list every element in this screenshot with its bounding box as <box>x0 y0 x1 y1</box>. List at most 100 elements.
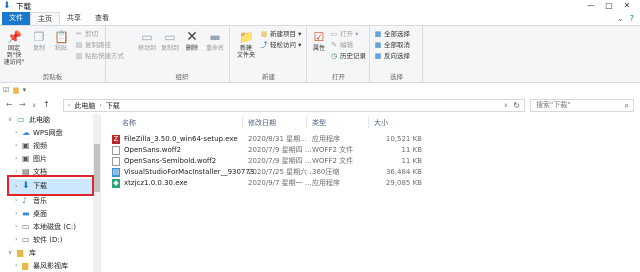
nav-item-drive-c[interactable]: › ▭ 本地磁盘 (C:) <box>0 221 92 233</box>
select-none-icon: ▦ <box>374 41 382 49</box>
properties-check-icon[interactable]: ☑ <box>3 86 9 94</box>
rename-label: 重命名 <box>205 45 224 52</box>
easy-access-label: 轻松访问 <box>270 41 296 49</box>
copy-path-button[interactable]: ▤ 复制路径 <box>75 41 111 49</box>
chevron-down-icon[interactable]: ∨ <box>504 102 508 109</box>
tab-share[interactable]: 共享 <box>60 12 88 25</box>
column-header-size[interactable]: 大小 <box>374 118 388 128</box>
column-header-type[interactable]: 类型 <box>312 118 326 128</box>
drive-icon: ▭ <box>22 235 30 244</box>
search-input[interactable]: 搜索"下载" ⌕ <box>530 99 634 112</box>
nav-scrollbar[interactable] <box>93 114 101 272</box>
history-icon: ◷ <box>330 52 338 60</box>
document-icon <box>112 146 120 155</box>
nav-item-this-pc[interactable]: ∨ ▭ 此电脑 <box>0 114 92 126</box>
invert-selection-button[interactable]: ▦ 反向选择 <box>374 52 410 60</box>
nav-item-libraries[interactable]: ∨ ▆ 库 <box>0 247 92 259</box>
help-icon[interactable]: ? <box>630 14 634 23</box>
nav-item-videos[interactable]: › ▣ 视频 <box>0 140 92 152</box>
music-icon: ♪ <box>22 196 28 205</box>
new-item-button[interactable]: ▦ 新建项目 ▾ <box>260 30 302 38</box>
nav-scrollbar-thumb[interactable] <box>94 144 100 192</box>
picture-icon: ▣ <box>22 154 30 163</box>
address-bar[interactable]: › 此电脑 › 下载 ∨ ↻ <box>63 99 525 112</box>
history-button[interactable]: ◷ 历史记录 <box>330 52 366 60</box>
chevron-right-icon[interactable]: › <box>15 140 17 152</box>
nav-item-wps-drive[interactable]: › ☁ WPS网盘 <box>0 127 92 139</box>
ribbon-help: ⌄ ? <box>617 14 634 23</box>
easy-access-button[interactable]: ⤴ 轻松访问 ▾ <box>260 41 302 49</box>
breadcrumb-this-pc[interactable]: 此电脑 <box>74 101 95 111</box>
file-row[interactable]: ◆ xtzjcz1.0.0.30.exe 2020/9/7 星期一 ... 应用… <box>110 178 422 189</box>
forward-arrow-icon[interactable]: → <box>19 100 26 109</box>
tab-home[interactable]: 主页 <box>30 12 60 25</box>
archive-icon: ▤ <box>112 168 120 177</box>
file-row[interactable]: Z FileZilla_3.50.0_win64-setup.exe 2020/… <box>110 134 422 145</box>
select-all-button[interactable]: ▦ 全部选择 <box>374 30 410 38</box>
chevron-down-icon[interactable]: ∨ <box>8 247 12 259</box>
file-date: 2020/9/7 星期一 ... <box>248 179 312 187</box>
maximize-button[interactable]: □ <box>600 0 618 12</box>
open-group: ☑ 属性 ▭ 打开 ▾ ✎ 编辑 ◷ 历史记录 打开 <box>308 26 370 83</box>
paste-button[interactable]: 📋 粘贴 <box>52 30 70 52</box>
column-header-date[interactable]: 修改日期 <box>248 118 276 128</box>
nav-item-pictures[interactable]: › ▣ 图片 <box>0 153 92 165</box>
open-button[interactable]: ▭ 打开 ▾ <box>330 30 359 38</box>
nav-item-storm-library[interactable]: › ▆ 暴风影视库 <box>0 260 92 272</box>
file-row[interactable]: OpenSans.woff2 2020/7/9 星期四 ... WOFF2 文件… <box>110 145 422 156</box>
refresh-icon[interactable]: ↻ <box>513 101 520 110</box>
select-none-button[interactable]: ▦ 全部取消 <box>374 41 410 49</box>
file-row[interactable]: OpenSans-Semibold.woff2 2020/7/9 星期四 ...… <box>110 156 422 167</box>
column-divider[interactable] <box>368 117 369 128</box>
pin-quick-access-button[interactable]: 📌 固定到"快 速访问" <box>2 30 26 66</box>
delete-label: 删除 <box>185 45 198 52</box>
edit-button[interactable]: ✎ 编辑 <box>330 41 353 49</box>
column-divider[interactable] <box>242 117 243 128</box>
column-header-name[interactable]: 名称 <box>122 118 136 128</box>
filezilla-icon: Z <box>112 135 120 144</box>
properties-check-icon: ☑ <box>313 30 325 44</box>
chevron-right-icon[interactable]: › <box>15 260 17 272</box>
copy-path-icon: ▤ <box>75 41 83 49</box>
chevron-right-icon[interactable]: › <box>15 127 17 139</box>
back-arrow-icon[interactable]: ← <box>6 100 13 109</box>
folder-icon[interactable]: ▆ <box>13 86 18 94</box>
file-date: 2020/8/31 星期... <box>248 135 307 143</box>
chevron-right-icon[interactable]: › <box>15 221 17 233</box>
column-divider[interactable] <box>306 117 307 128</box>
close-button[interactable]: ✕ <box>618 0 636 12</box>
chevron-right-icon[interactable]: › <box>15 195 17 207</box>
select-none-label: 全部取消 <box>384 41 410 49</box>
file-name: xtzjcz1.0.0.30.exe <box>124 179 188 187</box>
chevron-right-icon[interactable]: › <box>15 208 17 220</box>
nav-item-label: 暴风影视库 <box>33 262 68 270</box>
pin-icon: 📌 <box>7 30 22 44</box>
breadcrumb-downloads[interactable]: 下载 <box>106 101 120 111</box>
search-icon: ⌕ <box>624 101 629 110</box>
customize-toolbar-icon[interactable]: ▾ <box>23 86 27 94</box>
new-group: 📁 新建 文件夹 ▦ 新建项目 ▾ ⤴ 轻松访问 ▾ 新建 <box>231 26 307 83</box>
chevron-down-icon[interactable]: ∨ <box>8 114 12 126</box>
rename-button[interactable]: ▬ 重命名 <box>205 30 225 52</box>
nav-item-desktop[interactable]: › ▬ 桌面 <box>0 208 92 220</box>
collapse-ribbon-icon[interactable]: ⌄ <box>617 14 624 23</box>
paste-shortcut-button[interactable]: ▥ 粘贴快捷方式 <box>75 52 124 60</box>
copy-to-button[interactable]: ▭ 复制到 <box>160 30 180 52</box>
delete-button[interactable]: ✕ 删除 <box>183 30 201 52</box>
minimize-button[interactable]: — <box>582 0 600 12</box>
nav-item-music[interactable]: › ♪ 音乐 <box>0 195 92 207</box>
folder-icon: ▆ <box>22 261 29 270</box>
recent-locations-icon[interactable]: ∨ <box>32 102 36 109</box>
move-to-button[interactable]: ▭ 移动到 <box>137 30 157 52</box>
cut-button[interactable]: ✂ 剪切 <box>75 30 98 38</box>
up-arrow-icon[interactable]: ↑ <box>43 100 50 109</box>
chevron-right-icon[interactable]: › <box>15 153 17 165</box>
new-folder-button[interactable]: 📁 新建 文件夹 <box>234 30 258 59</box>
copy-button[interactable]: ❐ 复制 <box>30 30 48 52</box>
tab-file[interactable]: 文件 <box>2 12 30 25</box>
tab-view[interactable]: 查看 <box>88 12 116 25</box>
file-row[interactable]: ▤ VisualStudioForMacInstaller__930773...… <box>110 167 422 178</box>
nav-item-drive-d[interactable]: › ▭ 软件 (D:) <box>0 234 92 246</box>
chevron-right-icon[interactable]: › <box>15 234 17 246</box>
properties-button[interactable]: ☑ 属性 <box>310 30 328 52</box>
